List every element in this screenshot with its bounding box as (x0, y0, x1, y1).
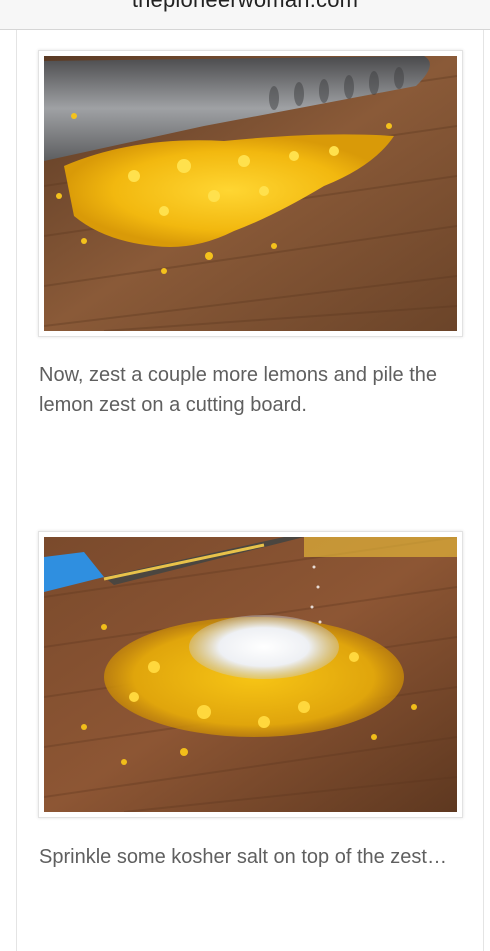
step2-caption: Sprinkle some kosher salt on top of the … (39, 846, 447, 868)
content-border-left (16, 30, 17, 951)
knife-lemon-zest-photo (44, 56, 457, 331)
url-text[interactable]: thepioneerwoman.com (0, 0, 490, 13)
salt-lemon-zest-photo (44, 537, 457, 812)
photo-card-salt-zest[interactable] (38, 531, 463, 818)
content-border-right (483, 30, 484, 951)
step1-caption: Now, zest a couple more lemons and pile … (39, 364, 437, 416)
photo-card-knife-zest[interactable] (38, 50, 463, 337)
browser-url-bar[interactable]: thepioneerwoman.com (0, 0, 490, 30)
